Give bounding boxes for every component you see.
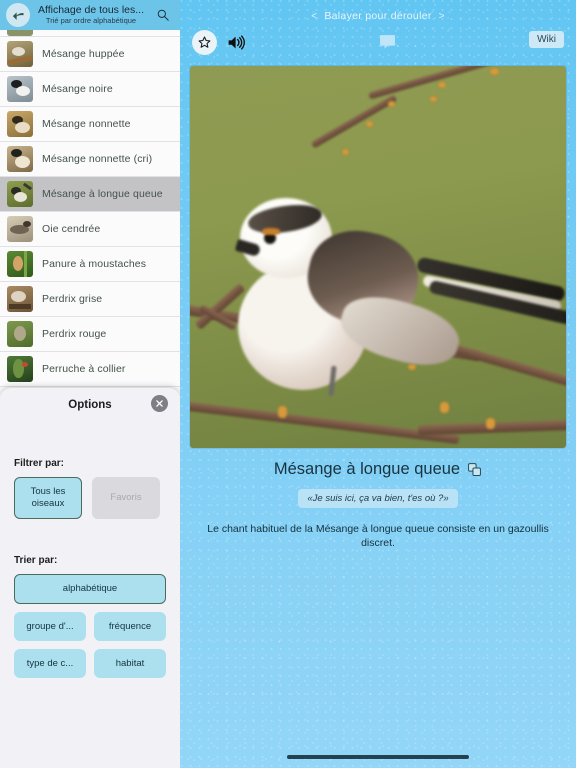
bird-name: Mésange à longue queue — [42, 188, 163, 200]
swipe-hint[interactable]: < Balayer pour dérouler > — [180, 0, 576, 22]
sidebar-header-titles: Affichage de tous les... Trié par ordre … — [30, 5, 152, 25]
options-title: Options — [68, 399, 112, 411]
list-item[interactable]: Perdrix grise — [0, 282, 180, 317]
bird-thumbnail — [7, 321, 33, 347]
bird-title: Mésange à longue queue — [273, 460, 461, 478]
swipe-hint-label: Balayer pour dérouler — [324, 10, 432, 22]
star-outline-icon — [198, 36, 211, 48]
bird-title-row: Mésange à longue queue — [180, 460, 576, 479]
bird-description: Le chant habituel de la Mésange à longue… — [207, 523, 549, 550]
bird-name: Mésange nonnette — [42, 118, 131, 130]
list-item[interactable]: Mésange huppée — [0, 37, 180, 72]
list-item-selected[interactable]: Mésange à longue queue — [0, 177, 180, 212]
sort-type-button[interactable]: type de c... — [14, 649, 86, 678]
options-header: Options — [14, 388, 168, 422]
bird-quote-wrap: «Je suis ici, ça va bien, t'es où ?» — [180, 489, 576, 508]
speech-bubble-icon — [380, 35, 395, 49]
bird-thumbnail — [7, 111, 33, 137]
bird-thumbnail — [7, 286, 33, 312]
bird-thumbnail — [7, 30, 33, 36]
list-item[interactable]: Perruche à collier — [0, 352, 180, 387]
filter-button-group: Tous les oiseaux Favoris — [14, 477, 166, 519]
favorite-button[interactable] — [192, 30, 217, 55]
back-arrow-icon — [12, 11, 23, 20]
bird-thumbnail — [7, 181, 33, 207]
home-indicator — [287, 755, 469, 759]
bird-thumbnail — [7, 356, 33, 382]
list-item[interactable]: Mésange noire — [0, 72, 180, 107]
app-root: Affichage de tous les... Trié par ordre … — [0, 0, 576, 768]
options-panel: Options Filtrer par: Tous les oiseaux Fa… — [0, 388, 180, 768]
back-button[interactable] — [6, 3, 30, 27]
list-item[interactable]: Perdrix rouge — [0, 317, 180, 352]
sort-habitat-button[interactable]: habitat — [94, 649, 166, 678]
action-bar: Wiki — [180, 26, 576, 62]
bird-name: Mésange huppée — [42, 48, 125, 60]
filter-all-birds-button[interactable]: Tous les oiseaux — [14, 477, 82, 519]
search-button[interactable] — [152, 8, 174, 22]
swipe-right-chevron[interactable]: > — [432, 11, 452, 22]
bird-name: Perruche à collier — [42, 363, 126, 375]
bird-name: Panure à moustaches — [42, 258, 147, 270]
filter-label: Filtrer par: — [14, 458, 65, 469]
speaker-icon — [228, 35, 245, 50]
compare-cards-icon[interactable] — [467, 462, 482, 477]
sidebar-header: Affichage de tous les... Trié par ordre … — [0, 0, 180, 30]
bird-photo-image — [190, 66, 566, 448]
search-icon — [157, 9, 169, 21]
page-subtitle: Trié par ordre alphabétique — [45, 17, 137, 25]
close-button[interactable] — [151, 395, 168, 412]
bird-quote: «Je suis ici, ça va bien, t'es où ?» — [298, 489, 458, 508]
bird-name: Oie cendrée — [42, 223, 101, 235]
sort-label: Trier par: — [14, 555, 58, 566]
sort-alphabetical-button[interactable]: alphabétique — [14, 574, 166, 604]
play-sound-button[interactable] — [226, 32, 247, 58]
bird-name: Perdrix rouge — [42, 328, 107, 340]
list-item[interactable]: Oie cendrée — [0, 212, 180, 247]
sort-frequency-button[interactable]: fréquence — [94, 612, 166, 641]
list-item[interactable]: Mésange nonnette — [0, 107, 180, 142]
swipe-left-chevron[interactable]: < — [304, 11, 324, 22]
comment-button[interactable] — [377, 32, 398, 58]
bird-thumbnail — [7, 216, 33, 242]
bird-name: Mésange nonnette (cri) — [42, 153, 153, 165]
bird-thumbnail — [7, 251, 33, 277]
detail-pane: < Balayer pour dérouler > Wiki Mésange à… — [180, 0, 576, 768]
sidebar: Affichage de tous les... Trié par ordre … — [0, 0, 180, 768]
list-item[interactable]: Mésange nonnette (cri) — [0, 142, 180, 177]
filter-favorites-button[interactable]: Favoris — [92, 477, 160, 519]
bird-thumbnail — [7, 146, 33, 172]
bird-thumbnail — [7, 41, 33, 67]
list-item[interactable]: Panure à moustaches — [0, 247, 180, 282]
bird-name: Perdrix grise — [42, 293, 103, 305]
wiki-button[interactable]: Wiki — [529, 31, 564, 48]
sort-button-group: groupe d'... fréquence type de c... habi… — [14, 612, 166, 678]
list-item[interactable] — [0, 30, 180, 37]
bird-photo[interactable] — [190, 66, 566, 448]
close-icon — [156, 400, 163, 407]
bird-name: Mésange noire — [42, 83, 113, 95]
page-title: Affichage de tous les... — [37, 5, 145, 17]
sort-group-button[interactable]: groupe d'... — [14, 612, 86, 641]
bird-thumbnail — [7, 76, 33, 102]
